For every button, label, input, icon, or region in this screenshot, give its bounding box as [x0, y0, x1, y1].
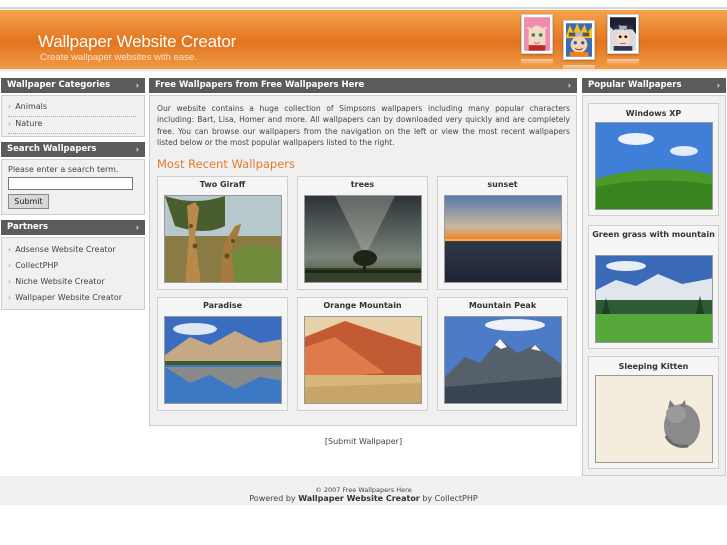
- avatar-reflection: [563, 65, 595, 71]
- wallpaper-title[interactable]: Mountain Peak: [438, 301, 567, 310]
- wallpaper-thumbnail-mountain-peak[interactable]: [444, 316, 562, 404]
- partner-link-wallpaper[interactable]: › Wallpaper Website Creator: [8, 293, 122, 302]
- site-title[interactable]: Wallpaper Website Creator: [38, 32, 236, 52]
- chevron-right-icon: ›: [135, 81, 139, 90]
- intro-text: Our website contains a huge collection o…: [157, 104, 570, 148]
- partner-label: Wallpaper Website Creator: [15, 293, 123, 302]
- wallpaper-thumbnail-sleeping-kitten[interactable]: [595, 375, 713, 463]
- partner-link-adsense[interactable]: › Adsense Website Creator: [8, 245, 116, 254]
- categories-heading: Wallpaper Categories ›: [1, 78, 145, 93]
- bullet-icon: ›: [8, 261, 12, 270]
- chevron-right-icon: ›: [567, 81, 571, 90]
- partner-label: Adsense Website Creator: [15, 245, 116, 254]
- wallpaper-card[interactable]: trees: [297, 176, 428, 290]
- main-heading-label: Free Wallpapers from Free Wallpapers Her…: [155, 80, 365, 90]
- wallpaper-title[interactable]: Orange Mountain: [298, 301, 427, 310]
- category-link-animals[interactable]: › Animals: [8, 102, 47, 111]
- categories-heading-label: Wallpaper Categories: [7, 80, 111, 90]
- partner-label: CollectPHP: [15, 261, 59, 270]
- divider: [8, 133, 136, 134]
- popular-card[interactable]: Green grass with mountain: [588, 225, 719, 349]
- bullet-icon: ›: [8, 245, 12, 254]
- partner-link-niche[interactable]: › Niche Website Creator: [8, 277, 105, 286]
- wallpaper-title[interactable]: Two Giraff: [158, 180, 287, 189]
- bullet-icon: ›: [8, 102, 12, 111]
- popular-heading: Popular Wallpapers ›: [582, 78, 726, 93]
- divider: [8, 116, 136, 117]
- powered-prefix: Powered by: [249, 494, 296, 503]
- powered-suffix: by CollectPHP: [422, 494, 478, 503]
- category-label: Animals: [15, 102, 48, 111]
- partners-panel: › Adsense Website Creator › CollectPHP › Ni…: [1, 237, 145, 310]
- wallpaper-card[interactable]: Two Giraff: [157, 176, 288, 290]
- chevron-right-icon: ›: [716, 81, 720, 90]
- bullet-icon: ›: [8, 293, 12, 302]
- wallpaper-title[interactable]: trees: [298, 180, 427, 189]
- category-link-nature[interactable]: › Nature: [8, 119, 42, 128]
- avatar-reflection: [521, 59, 553, 65]
- naruto-avatar: [563, 20, 595, 60]
- wallpaper-thumbnail-orange-mountain[interactable]: [304, 316, 422, 404]
- wallpaper-card[interactable]: sunset: [437, 176, 568, 290]
- search-heading-label: Search Wallpapers: [7, 144, 97, 154]
- chevron-right-icon: ›: [135, 145, 139, 154]
- search-heading: Search Wallpapers ›: [1, 142, 145, 157]
- popular-card[interactable]: Windows XP: [588, 103, 719, 216]
- wallpaper-title[interactable]: Sleeping Kitten: [589, 361, 718, 372]
- site-tagline: Create wallpaper websites with ease.: [40, 52, 197, 63]
- popular-card[interactable]: Sleeping Kitten: [588, 356, 719, 469]
- wallpaper-thumbnail-green-grass[interactable]: [595, 255, 713, 343]
- avatar-reflection: [607, 59, 639, 65]
- partners-heading-label: Partners: [7, 222, 49, 232]
- powered-by-text: Powered by Wallpaper Website Creator by …: [0, 494, 727, 503]
- sakura-avatar: [521, 14, 553, 54]
- bullet-icon: ›: [8, 119, 12, 128]
- main-heading: Free Wallpapers from Free Wallpapers Her…: [149, 78, 577, 93]
- top-rule: [0, 7, 727, 9]
- search-input[interactable]: [8, 177, 133, 190]
- wallpaper-thumbnail-giraffes[interactable]: [164, 195, 282, 283]
- bullet-icon: ›: [8, 277, 12, 286]
- search-submit-button[interactable]: Submit: [8, 194, 49, 209]
- partner-link-collectphp[interactable]: › CollectPHP: [8, 261, 58, 270]
- wallpaper-thumbnail-paradise[interactable]: [164, 316, 282, 404]
- wallpaper-card[interactable]: Paradise: [157, 297, 288, 411]
- wallpaper-card[interactable]: Mountain Peak: [437, 297, 568, 411]
- wallpaper-thumbnail-sunset[interactable]: [444, 195, 562, 283]
- search-label: Please enter a search term.: [8, 165, 119, 174]
- wallpaper-title[interactable]: sunset: [438, 180, 567, 189]
- sasuke-avatar: [607, 14, 639, 54]
- partner-label: Niche Website Creator: [15, 277, 105, 286]
- wallpaper-thumbnail-windows-xp[interactable]: [595, 122, 713, 210]
- powered-by-link[interactable]: Wallpaper Website Creator: [298, 494, 420, 503]
- copyright-text: © 2007 Free Wallpapers Here: [315, 486, 412, 494]
- wallpaper-title[interactable]: Windows XP: [589, 108, 718, 119]
- header-shadow: [0, 69, 727, 73]
- submit-wallpaper-link[interactable]: [Submit Wallpaper]: [0, 437, 727, 446]
- category-label: Nature: [15, 119, 43, 128]
- wallpaper-title[interactable]: Green grass with mountain: [589, 229, 718, 240]
- popular-heading-label: Popular Wallpapers: [588, 80, 682, 90]
- wallpaper-thumbnail-trees[interactable]: [304, 195, 422, 283]
- wallpaper-title[interactable]: Paradise: [158, 301, 287, 310]
- recent-wallpapers-title: Most Recent Wallpapers: [157, 157, 296, 171]
- wallpaper-card[interactable]: Orange Mountain: [297, 297, 428, 411]
- chevron-right-icon: ›: [135, 223, 139, 232]
- partners-heading: Partners ›: [1, 220, 145, 235]
- categories-panel: › Animals › Nature: [1, 95, 145, 137]
